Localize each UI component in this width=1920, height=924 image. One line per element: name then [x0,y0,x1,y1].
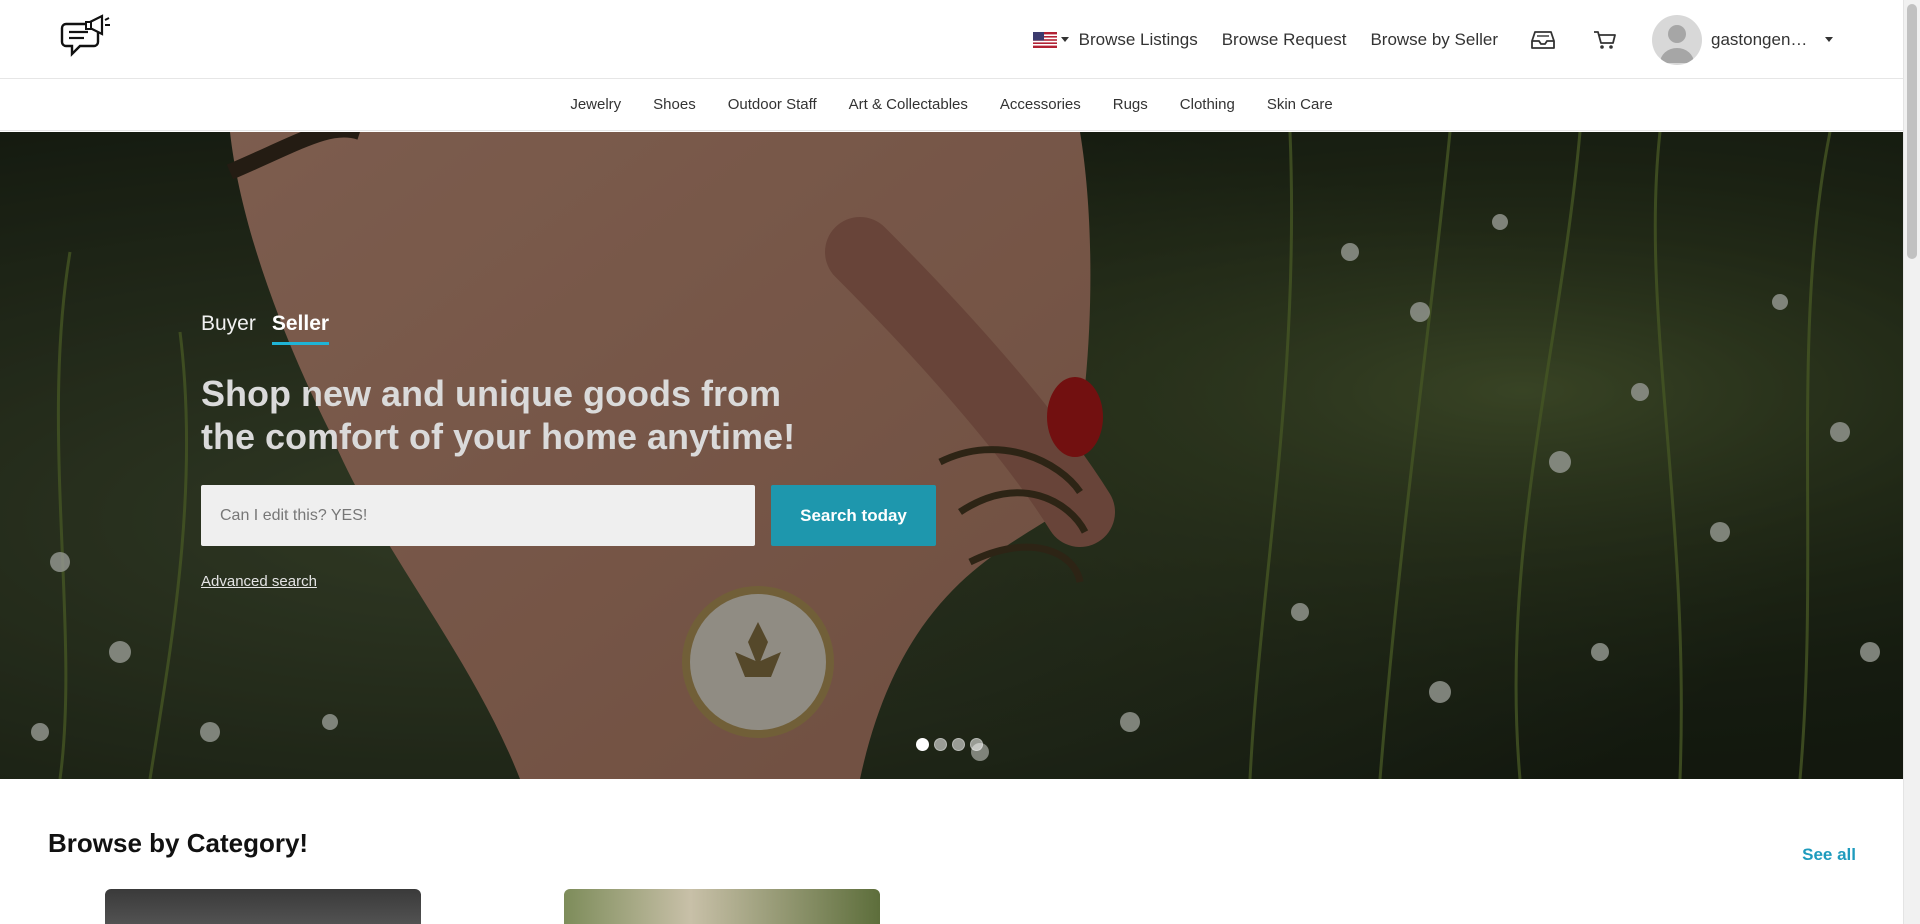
site-header: Browse Listings Browse Request Browse by… [0,0,1903,79]
us-flag-icon [1032,31,1057,48]
megaphone-chat-logo-icon[interactable] [60,12,114,66]
category-skin-care[interactable]: Skin Care [1267,96,1333,113]
page-scrollbar[interactable] [1903,0,1920,924]
carousel-indicators [916,738,988,751]
inbox-icon[interactable] [1528,25,1558,55]
category-clothing[interactable]: Clothing [1180,96,1235,113]
section-title: Browse by Category! [48,828,309,858]
nav-browse-listings[interactable]: Browse Listings [1079,30,1198,50]
category-card[interactable] [105,889,421,924]
user-menu[interactable]: gastongena... [1652,14,1833,65]
category-jewelry[interactable]: Jewelry [570,96,621,113]
carousel-dot[interactable] [970,738,983,751]
avatar [1652,14,1702,65]
advanced-search-link[interactable]: Advanced search [201,573,317,590]
nav-browse-by-seller[interactable]: Browse by Seller [1370,30,1498,50]
category-shoes[interactable]: Shoes [653,96,696,113]
hero-title: Shop new and unique goods from the comfo… [201,373,796,457]
carousel-dot[interactable] [916,738,929,751]
audience-tabs: Buyer Seller [201,312,345,345]
language-selector[interactable] [1032,31,1069,48]
user-name: gastongena... [1711,29,1813,49]
chevron-down-icon [1060,37,1069,42]
category-card[interactable] [564,889,880,924]
chevron-down-icon [1825,37,1833,42]
category-outdoor-staff[interactable]: Outdoor Staff [728,96,817,113]
tab-seller[interactable]: Seller [271,312,330,345]
carousel-dot[interactable] [952,738,965,751]
search-input[interactable] [201,485,755,546]
category-rugs[interactable]: Rugs [1113,96,1148,113]
hero-banner: Buyer Seller Shop new and unique goods f… [0,132,1903,779]
cart-icon[interactable] [1590,25,1620,55]
category-bar: Jewelry Shoes Outdoor Staff Art & Collec… [0,79,1903,131]
tab-buyer[interactable]: Buyer [201,312,256,345]
nav-browse-request[interactable]: Browse Request [1222,30,1347,50]
search-button[interactable]: Search today [771,485,936,546]
top-navigation: Browse Listings Browse Request Browse by… [1032,0,1833,79]
scrollbar-thumb[interactable] [1907,4,1917,259]
category-art-collectables[interactable]: Art & Collectables [849,96,968,113]
category-accessories[interactable]: Accessories [1000,96,1081,113]
see-all-link[interactable]: See all [1802,845,1856,865]
carousel-dot[interactable] [934,738,947,751]
